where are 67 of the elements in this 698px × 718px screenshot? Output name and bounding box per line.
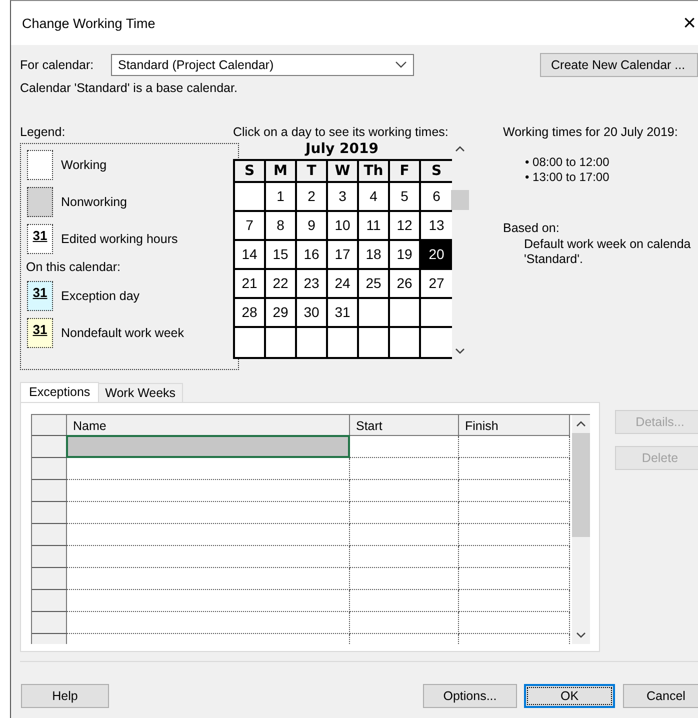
weekday-header: S bbox=[235, 161, 266, 183]
weekday-header: T bbox=[297, 161, 328, 183]
column-header[interactable]: Name bbox=[67, 415, 350, 436]
create-calendar-button[interactable]: Create New Calendar ... bbox=[540, 53, 698, 77]
calendar-day[interactable]: 11 bbox=[359, 212, 390, 241]
based-on-text: Default work week on calenda bbox=[524, 237, 691, 252]
column-header[interactable]: Finish bbox=[459, 415, 570, 436]
based-on-text: 'Standard'. bbox=[524, 252, 584, 267]
calendar-day[interactable]: 23 bbox=[297, 270, 328, 299]
weekday-header: S bbox=[421, 161, 452, 183]
legend-swatch: 31 bbox=[27, 318, 53, 348]
calendar-day[interactable]: 16 bbox=[297, 241, 328, 270]
calendar-day[interactable]: 21 bbox=[235, 270, 266, 299]
tab[interactable]: Exceptions bbox=[20, 382, 100, 402]
weekday-header: F bbox=[390, 161, 421, 183]
based-on-label: Based on: bbox=[503, 221, 560, 235]
calendar-day[interactable]: 24 bbox=[328, 270, 359, 299]
working-times-heading: Working times for 20 July 2019: bbox=[503, 125, 679, 141]
calendar-day[interactable]: 1 bbox=[266, 183, 297, 212]
calendar-day[interactable]: 26 bbox=[390, 270, 421, 299]
legend-label: Exception day bbox=[61, 289, 140, 303]
weekday-header: M bbox=[266, 161, 297, 183]
calendar-day[interactable]: 12 bbox=[390, 212, 421, 241]
base-calendar-note: Calendar 'Standard' is a base calendar. bbox=[20, 81, 238, 95]
calendar-day[interactable]: 28 bbox=[235, 299, 266, 328]
field-label: For calendar: bbox=[20, 58, 95, 72]
calendar-day[interactable]: 29 bbox=[266, 299, 297, 328]
calendar-day[interactable]: 5 bbox=[390, 183, 421, 212]
legend-label: Nondefault work week bbox=[61, 326, 184, 340]
legend-swatch: 31 bbox=[27, 281, 53, 311]
close-button[interactable]: × bbox=[683, 10, 696, 36]
weekday-header: Th bbox=[359, 161, 390, 183]
calendar-day[interactable]: 31 bbox=[328, 299, 359, 328]
dialog-button[interactable]: Options... bbox=[423, 684, 517, 708]
window-title: Change Working Time bbox=[22, 16, 156, 30]
calendar-day[interactable]: 9 bbox=[297, 212, 328, 241]
calendar-day[interactable]: 25 bbox=[359, 270, 390, 299]
working-time: • 13:00 to 17:00 bbox=[525, 170, 610, 185]
legend-label: Edited working hours bbox=[61, 232, 178, 246]
calendar-day[interactable]: 10 bbox=[328, 212, 359, 241]
working-time: • 08:00 to 12:00 bbox=[525, 155, 610, 170]
calendar-day[interactable]: 2 bbox=[297, 183, 328, 212]
calendar-day[interactable]: 22 bbox=[266, 270, 297, 299]
calendar-dropdown[interactable]: Standard (Project Calendar) bbox=[111, 54, 414, 76]
calendar-day[interactable]: 18 bbox=[359, 241, 390, 270]
calendar-day[interactable]: 27 bbox=[421, 270, 452, 299]
calendar-day[interactable]: 30 bbox=[297, 299, 328, 328]
calendar-day[interactable]: 8 bbox=[266, 212, 297, 241]
column-header[interactable]: Start bbox=[350, 415, 459, 436]
calendar-day[interactable]: 14 bbox=[235, 241, 266, 270]
calendar-day[interactable]: 3 bbox=[328, 183, 359, 212]
legend-swatch: 31 bbox=[27, 224, 53, 254]
calendar-day[interactable]: 15 bbox=[266, 241, 297, 270]
dialog-button[interactable]: Cancel bbox=[623, 684, 698, 708]
calendar-day[interactable]: 4 bbox=[359, 183, 390, 212]
calendar-prompt: Click on a day to see its working times: bbox=[233, 125, 450, 141]
legend-label: Working bbox=[61, 158, 107, 172]
weekday-header: W bbox=[328, 161, 359, 183]
month-title: July 2019 bbox=[304, 141, 380, 159]
legend-subheading: On this calendar: bbox=[26, 260, 122, 274]
legend-label: Nonworking bbox=[61, 195, 128, 209]
help-button[interactable]: Help bbox=[21, 684, 109, 708]
calendar-day[interactable]: 20 bbox=[421, 241, 452, 270]
calendar-day[interactable]: 7 bbox=[235, 212, 266, 241]
dialog-button[interactable]: OK bbox=[524, 684, 615, 708]
calendar-day[interactable]: 17 bbox=[328, 241, 359, 270]
tab[interactable]: Work Weeks bbox=[98, 383, 183, 402]
